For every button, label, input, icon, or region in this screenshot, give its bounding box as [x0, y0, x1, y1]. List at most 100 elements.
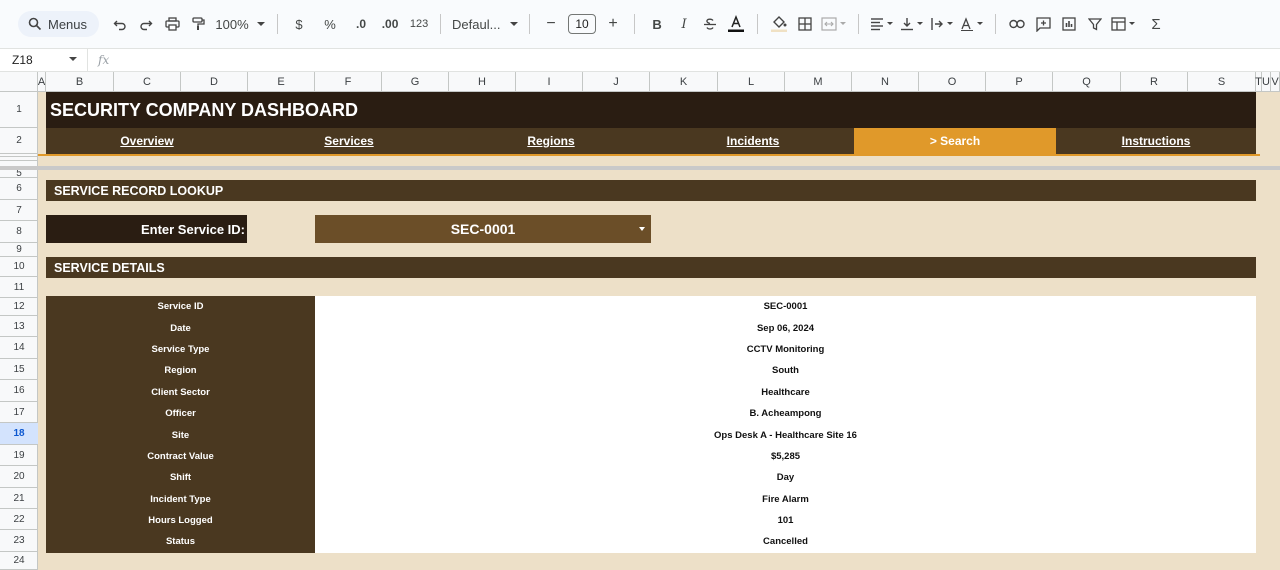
row-header[interactable]: 2 — [0, 128, 38, 154]
column-header[interactable]: N — [852, 72, 919, 92]
strikethrough-icon[interactable] — [698, 10, 722, 38]
number-format-button[interactable]: 123 — [407, 10, 431, 38]
row-header[interactable]: 16 — [0, 380, 38, 402]
column-header[interactable]: M — [785, 72, 852, 92]
service-id-dropdown[interactable]: SEC-0001 — [315, 215, 651, 243]
nav-tab-5[interactable]: > Search — [854, 128, 1056, 154]
row-header[interactable]: 24 — [0, 552, 38, 570]
column-header[interactable]: P — [986, 72, 1053, 92]
nav-tab-2[interactable]: Services — [248, 128, 450, 154]
row-header[interactable]: 7 — [0, 200, 38, 221]
column-header[interactable]: A — [38, 72, 46, 92]
column-header[interactable]: R — [1121, 72, 1188, 92]
zoom-select[interactable]: 100% — [212, 10, 268, 38]
horizontal-align-icon[interactable] — [868, 10, 896, 38]
row-header[interactable]: 11 — [0, 277, 38, 298]
text-rotation-icon[interactable] — [958, 10, 986, 38]
detail-value[interactable]: Fire Alarm — [315, 488, 1256, 510]
row-header[interactable]: 4 — [0, 157, 38, 161]
redo-icon[interactable] — [134, 10, 158, 38]
nav-tab-3[interactable]: Regions — [450, 128, 652, 154]
borders-icon[interactable] — [793, 10, 817, 38]
column-header[interactable]: H — [449, 72, 516, 92]
insert-link-icon[interactable] — [1005, 10, 1029, 38]
functions-menu-icon[interactable] — [1109, 10, 1139, 38]
detail-value[interactable]: Ops Desk A - Healthcare Site 16 — [315, 424, 1256, 446]
detail-value[interactable]: Sep 06, 2024 — [315, 317, 1256, 339]
increase-decimal-button[interactable]: .00 — [378, 10, 402, 38]
column-header[interactable]: I — [516, 72, 583, 92]
fill-color-icon[interactable] — [767, 10, 791, 38]
column-header[interactable]: J — [583, 72, 650, 92]
row-header[interactable]: 19 — [0, 445, 38, 466]
column-header[interactable]: F — [315, 72, 382, 92]
detail-value[interactable]: 101 — [315, 509, 1256, 532]
row-header[interactable]: 23 — [0, 530, 38, 552]
row-header[interactable]: 15 — [0, 359, 38, 380]
formula-input[interactable] — [109, 49, 1280, 71]
row-header[interactable]: 21 — [0, 488, 38, 509]
font-size-input[interactable]: 10 — [568, 14, 597, 34]
column-header[interactable]: Q — [1053, 72, 1121, 92]
insert-chart-icon[interactable] — [1057, 10, 1081, 38]
merge-cells-icon[interactable] — [819, 10, 849, 38]
insert-comment-icon[interactable] — [1031, 10, 1055, 38]
name-box[interactable]: Z18 — [0, 49, 88, 71]
column-header[interactable]: L — [718, 72, 785, 92]
print-icon[interactable] — [160, 10, 184, 38]
column-header[interactable]: K — [650, 72, 718, 92]
text-wrap-icon[interactable] — [928, 10, 956, 38]
nav-tab-4[interactable]: Incidents — [652, 128, 854, 154]
row-header[interactable]: 18 — [0, 423, 38, 445]
column-header[interactable]: O — [919, 72, 986, 92]
column-header[interactable]: U — [1262, 72, 1271, 92]
row-header[interactable]: 17 — [0, 402, 38, 423]
column-header[interactable]: C — [114, 72, 181, 92]
text-color-icon[interactable] — [724, 10, 748, 38]
italic-button[interactable]: I — [672, 10, 696, 38]
row-header[interactable]: 20 — [0, 466, 38, 488]
frozen-rows-divider[interactable] — [0, 166, 1280, 170]
decrease-decimal-button[interactable]: .0 — [349, 10, 373, 38]
row-header[interactable]: 12 — [0, 298, 38, 316]
detail-value[interactable]: SEC-0001 — [315, 296, 1256, 318]
column-header[interactable]: D — [181, 72, 248, 92]
detail-value[interactable]: $5,285 — [315, 445, 1256, 468]
row-header[interactable]: 6 — [0, 178, 38, 200]
select-all-corner[interactable] — [0, 72, 38, 92]
detail-value[interactable]: Cancelled — [315, 531, 1256, 553]
detail-value[interactable]: Healthcare — [315, 381, 1256, 403]
detail-value[interactable]: CCTV Monitoring — [315, 338, 1256, 361]
nav-tab-1[interactable]: Overview — [46, 128, 248, 154]
detail-value[interactable]: Day — [315, 467, 1256, 489]
column-header[interactable]: G — [382, 72, 449, 92]
decrease-font-size-button[interactable]: − — [539, 10, 563, 38]
column-header[interactable]: V — [1271, 72, 1280, 92]
sum-function-button[interactable]: Σ — [1144, 10, 1168, 38]
filter-icon[interactable] — [1083, 10, 1107, 38]
font-select[interactable]: Defaul... — [450, 10, 520, 38]
row-header[interactable]: 9 — [0, 243, 38, 257]
paint-format-icon[interactable] — [186, 10, 210, 38]
percent-format-button[interactable]: % — [318, 10, 342, 38]
vertical-align-icon[interactable] — [898, 10, 926, 38]
spreadsheet-grid[interactable]: ABCDEFGHIJKLMNOPQRSTUV 12345678910111213… — [0, 72, 1280, 570]
row-header[interactable]: 8 — [0, 221, 38, 243]
nav-tab-6[interactable]: Instructions — [1056, 128, 1256, 154]
row-header[interactable]: 1 — [0, 92, 38, 128]
undo-icon[interactable] — [108, 10, 132, 38]
row-header[interactable]: 14 — [0, 337, 38, 359]
column-header[interactable]: E — [248, 72, 315, 92]
column-header[interactable]: B — [46, 72, 114, 92]
currency-format-button[interactable]: $ — [287, 10, 311, 38]
row-header[interactable]: 22 — [0, 509, 38, 530]
row-header[interactable]: 5 — [0, 168, 38, 179]
bold-button[interactable]: B — [645, 10, 669, 38]
menus-search-button[interactable]: Menus — [18, 11, 100, 37]
row-header[interactable]: 13 — [0, 316, 38, 337]
detail-value[interactable]: South — [315, 360, 1256, 382]
detail-value[interactable]: B. Acheampong — [315, 402, 1256, 425]
row-header[interactable]: 10 — [0, 257, 38, 277]
increase-font-size-button[interactable]: + — [601, 10, 625, 38]
column-header[interactable]: S — [1188, 72, 1256, 92]
